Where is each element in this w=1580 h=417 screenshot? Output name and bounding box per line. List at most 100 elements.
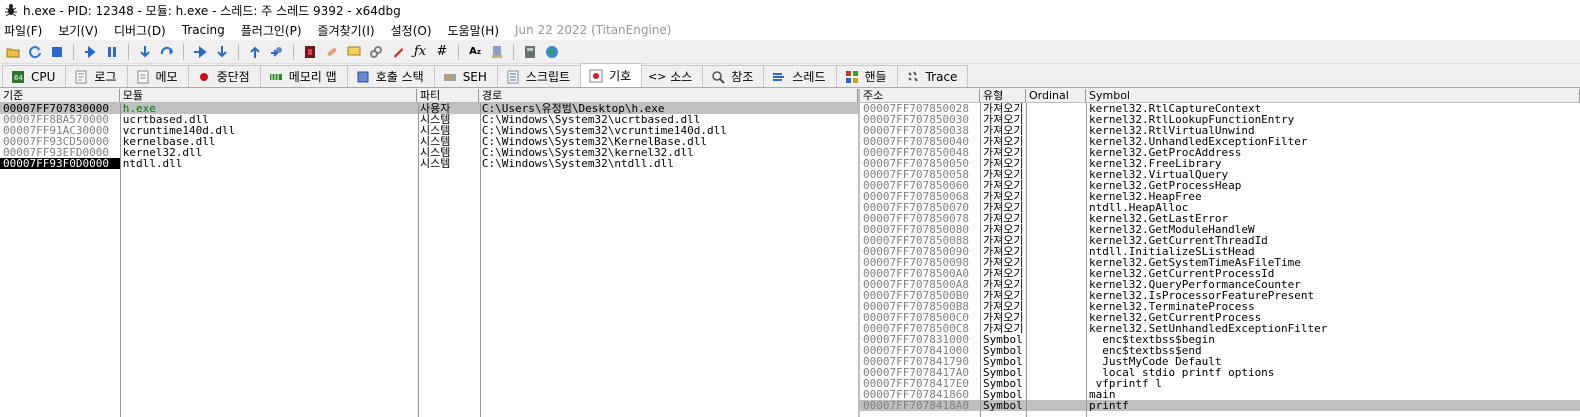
- tab-seh[interactable]: SEH: [433, 65, 498, 87]
- execute-till-return-icon[interactable]: [246, 43, 264, 61]
- symbol-row[interactable]: 00007FF7078500B0 가져오기 kernel32.IsProcessor…: [860, 290, 1580, 301]
- trace-over-icon[interactable]: [213, 43, 231, 61]
- module-row[interactable]: 00007FF93CD50000 kernelbase.dll 시스템 C:\W…: [0, 136, 858, 147]
- tab-call-stack[interactable]: 호출 스택: [346, 65, 435, 87]
- symbol-row[interactable]: 00007FF7078500C8 가져오기 kernel32.SetUnhandle…: [860, 323, 1580, 334]
- symbol-row[interactable]: 00007FF707850068 가져오기 kernel32.HeapFree: [860, 191, 1580, 202]
- symbol-row[interactable]: 00007FF7078418A0 Symbol printf: [860, 400, 1580, 411]
- symbol-address: 00007FF7078418A0: [863, 400, 969, 411]
- symbol-row[interactable]: 00007FF707850090 가져오기 ntdll.InitializeSLis…: [860, 246, 1580, 257]
- menu-help[interactable]: 도움말(H): [448, 22, 500, 39]
- menu-tracing[interactable]: Tracing: [182, 23, 225, 37]
- symbol-row[interactable]: 00007FF707850078 가져오기 kernel32.GetLastErro…: [860, 213, 1580, 224]
- menu-options[interactable]: 설정(O): [391, 22, 432, 39]
- symbol-name: kernel32.GetCurrentProcessId: [1089, 268, 1275, 279]
- symbol-row[interactable]: 00007FF707850038 가져오기 kernel32.RtlVirtualU…: [860, 125, 1580, 136]
- module-row[interactable]: 00007FF93F0D0000 ntdll.dll 시스템 C:\Window…: [0, 158, 858, 169]
- variables-icon[interactable]: #: [433, 43, 451, 61]
- functions-icon[interactable]: ƒx: [411, 43, 429, 61]
- symbol-row[interactable]: 00007FF707841860 Symbol main: [860, 389, 1580, 400]
- symbol-row[interactable]: 00007FF707850048 가져오기 kernel32.GetProcAddr…: [860, 147, 1580, 158]
- symbol-row[interactable]: 00007FF707850088 가져오기 kernel32.GetCurrentT…: [860, 235, 1580, 246]
- run-icon[interactable]: [81, 43, 99, 61]
- tab-cpu[interactable]: 64 CPU: [2, 65, 67, 87]
- symbol-address: 00007FF707841790: [863, 356, 969, 367]
- module-row[interactable]: 00007FF91AC30000 vcruntime140d.dll 시스템 C…: [0, 125, 858, 136]
- tab-trace[interactable]: Trace: [896, 65, 969, 87]
- header-type[interactable]: 유형: [980, 89, 1026, 102]
- pause-icon[interactable]: [103, 43, 121, 61]
- tab-breakpoints[interactable]: 중단점: [187, 65, 261, 87]
- module-base: 00007FF93CD50000: [3, 136, 109, 147]
- bookmarks-icon[interactable]: [389, 43, 407, 61]
- symbol-ordinal: [1026, 389, 1086, 400]
- scylla-icon[interactable]: [301, 43, 319, 61]
- symbol-row[interactable]: 00007FF707831000 Symbol __enc$textbss$begi…: [860, 334, 1580, 345]
- globe-icon[interactable]: [543, 43, 561, 61]
- menu-plugins[interactable]: 플러그인(P): [241, 22, 302, 39]
- step-into-icon[interactable]: [136, 43, 154, 61]
- header-party[interactable]: 파티: [417, 89, 479, 102]
- menu-view[interactable]: 보기(V): [58, 22, 98, 39]
- symbol-row[interactable]: 00007FF707850070 가져오기 ntdll.HeapAlloc: [860, 202, 1580, 213]
- module-party: 시스템: [420, 147, 451, 158]
- symbol-row[interactable]: 00007FF707850040 가져오기 kernel32.UnhandledEx…: [860, 136, 1580, 147]
- tab-symbols[interactable]: 기호: [580, 63, 643, 87]
- restart-icon[interactable]: [26, 43, 44, 61]
- tab-log[interactable]: 로그: [65, 65, 128, 87]
- symbol-row[interactable]: 00007FF707841000 Symbol __enc$textbss$end: [860, 345, 1580, 356]
- calculator-icon[interactable]: [521, 43, 539, 61]
- window-title: h.exe - PID: 12348 - 모듈: h.exe - 스레드: 주 …: [23, 3, 401, 18]
- tab-handles[interactable]: 핸들: [835, 65, 898, 87]
- menu-file[interactable]: 파일(F): [4, 22, 42, 39]
- run-to-user-code-icon[interactable]: [268, 43, 286, 61]
- trace-into-icon[interactable]: [191, 43, 209, 61]
- patch-icon[interactable]: [323, 43, 341, 61]
- strings-icon[interactable]: Az: [466, 43, 484, 61]
- menu-debug[interactable]: 디버그(D): [114, 22, 166, 39]
- symbol-address: 00007FF707850048: [863, 147, 969, 158]
- open-icon[interactable]: [4, 43, 22, 61]
- symbol-row[interactable]: 00007FF7078417E0 Symbol _vfprintf_l: [860, 378, 1580, 389]
- symbol-row[interactable]: 00007FF707850050 가져오기 kernel32.FreeLibrary: [860, 158, 1580, 169]
- module-row[interactable]: 00007FF707830000 h.exe 사용자 C:\Users\유정범\…: [0, 103, 858, 114]
- tab-label: 메모: [155, 70, 178, 84]
- tab-script[interactable]: 스크립트: [496, 65, 582, 87]
- symbol-name: kernel32.UnhandledExceptionFilter: [1089, 136, 1308, 147]
- header-address[interactable]: 주소: [860, 89, 980, 102]
- symbol-row[interactable]: 00007FF707850058 가져오기 kernel32.VirtualQuer…: [860, 169, 1580, 180]
- module-party: 시스템: [420, 125, 451, 136]
- symbol-address: 00007FF707850030: [863, 114, 969, 125]
- module-row[interactable]: 00007FF8BA570000 ucrtbased.dll 시스템 C:\Wi…: [0, 114, 858, 125]
- module-path: C:\Windows\System32\kernel32.dll: [481, 147, 694, 158]
- step-over-icon[interactable]: [158, 43, 176, 61]
- symbol-row[interactable]: 00007FF7078417A0 Symbol __local_stdio_prin…: [860, 367, 1580, 378]
- menu-favourites[interactable]: 즐겨찾기(I): [318, 22, 375, 39]
- header-base[interactable]: 기준: [0, 89, 120, 102]
- symbol-name: kernel32.IsProcessorFeaturePresent: [1089, 290, 1315, 301]
- symbol-row[interactable]: 00007FF707850060 가져오기 kernel32.GetProcessH…: [860, 180, 1580, 191]
- symbol-row[interactable]: 00007FF7078500C0 가져오기 kernel32.GetCurrentP…: [860, 312, 1580, 323]
- symbol-row[interactable]: 00007FF7078500A0 가져오기 kernel32.GetCurrentP…: [860, 268, 1580, 279]
- symbol-row[interactable]: 00007FF7078500A8 가져오기 kernel32.QueryPerfor…: [860, 279, 1580, 290]
- header-ordinal[interactable]: Ordinal: [1026, 89, 1086, 102]
- header-symbol[interactable]: Symbol: [1086, 89, 1580, 102]
- header-path[interactable]: 경로: [479, 89, 858, 102]
- labels-icon[interactable]: [367, 43, 385, 61]
- stop-icon[interactable]: [48, 43, 66, 61]
- tab-references[interactable]: 참조: [702, 65, 765, 87]
- symbol-row[interactable]: 00007FF707850028 가져오기 kernel32.RtlCaptureC…: [860, 103, 1580, 114]
- symbol-row[interactable]: 00007FF707850030 가져오기 kernel32.RtlLookupFu…: [860, 114, 1580, 125]
- tab-notes[interactable]: 메모: [126, 65, 189, 87]
- symbol-row[interactable]: 00007FF707841790 Symbol __JustMyCode_Defau…: [860, 356, 1580, 367]
- header-module[interactable]: 모듈: [120, 89, 418, 102]
- symbol-row[interactable]: 00007FF7078500B8 가져오기 kernel32.TerminatePr…: [860, 301, 1580, 312]
- tab-source[interactable]: <> 소스: [641, 65, 704, 87]
- tab-threads[interactable]: 스레드: [763, 65, 837, 87]
- comments-icon[interactable]: [345, 43, 363, 61]
- symbol-row[interactable]: 00007FF707850080 가져오기 kernel32.GetModuleHa…: [860, 224, 1580, 235]
- module-row[interactable]: 00007FF93EFD0000 kernel32.dll 시스템 C:\Win…: [0, 147, 858, 158]
- symbol-row[interactable]: 00007FF707850098 가져오기 kernel32.GetSystemTi…: [860, 257, 1580, 268]
- memory-dump-icon[interactable]: [488, 43, 506, 61]
- tab-memory-map[interactable]: 메모리 맵: [259, 65, 348, 87]
